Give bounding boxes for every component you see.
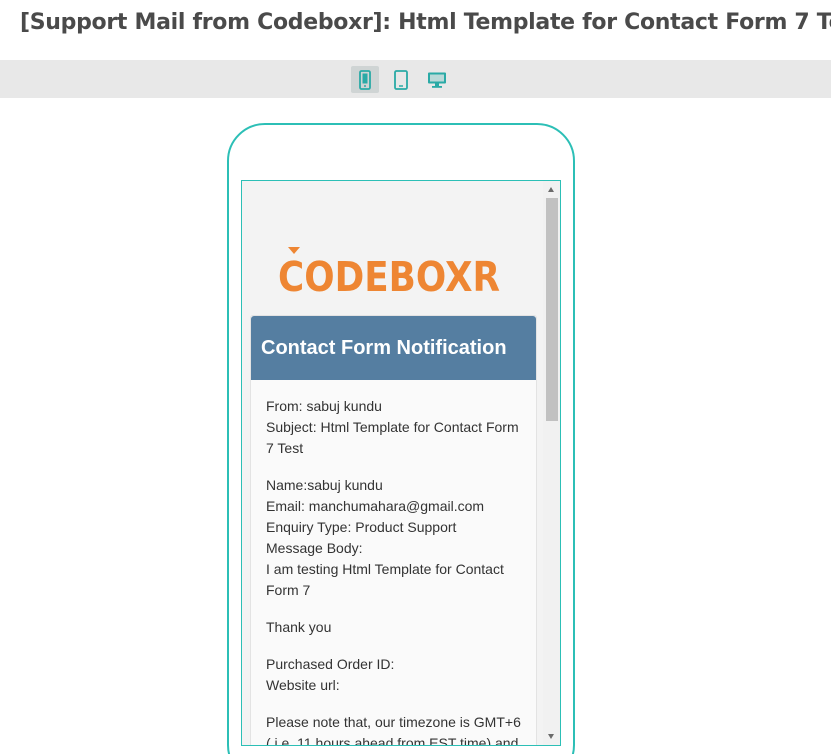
- card-header: Contact Form Notification: [251, 316, 536, 380]
- order-block: Purchased Order ID: Website url:: [266, 654, 528, 696]
- timezone-note: Please note that, our timezone is GMT+6 …: [266, 714, 521, 746]
- message-label: Message Body:: [266, 540, 363, 556]
- logo-text: CODEBOXR: [278, 253, 500, 297]
- subject-line: Subject: Html Template for Contact Form …: [266, 419, 519, 456]
- notification-card: Contact Form Notification From: sabuj ku…: [250, 315, 537, 746]
- email-preview[interactable]: CODEBOXR Contact Form Notification From:…: [241, 180, 561, 746]
- email-field: Email: manchumahara@gmail.com: [266, 498, 485, 514]
- scrollbar[interactable]: [543, 181, 560, 745]
- tablet-icon: [394, 69, 408, 90]
- tablet-view-button[interactable]: [387, 66, 415, 93]
- fields-block: Name:sabuj kundu Email: manchumahara@gma…: [266, 475, 528, 601]
- device-toolbar: [0, 60, 831, 98]
- card-title: Contact Form Notification: [261, 336, 507, 359]
- page-title: [Support Mail from Codeboxr]: Html Templ…: [20, 10, 831, 35]
- mobile-view-button[interactable]: [351, 66, 379, 93]
- scroll-thumb[interactable]: [546, 198, 558, 421]
- mobile-icon: [359, 69, 371, 90]
- name-field: Name:sabuj kundu: [266, 477, 383, 493]
- codeboxr-logo: CODEBOXR: [278, 247, 500, 297]
- meta-block: From: sabuj kundu Subject: Html Template…: [266, 396, 528, 459]
- card-body: From: sabuj kundu Subject: Html Template…: [266, 396, 528, 746]
- enquiry-type-field: Enquiry Type: Product Support: [266, 519, 457, 535]
- message-text: I am testing Html Template for Contact F…: [266, 561, 504, 598]
- thanks-text: Thank you: [266, 619, 332, 635]
- scroll-up-arrow-icon[interactable]: [548, 187, 554, 192]
- from-line: From: sabuj kundu: [266, 398, 382, 414]
- desktop-view-button[interactable]: [423, 66, 451, 93]
- order-id-field: Purchased Order ID:: [266, 656, 395, 672]
- scroll-down-arrow-icon[interactable]: [548, 734, 554, 739]
- desktop-icon: [428, 72, 446, 88]
- website-url-field: Website url:: [266, 677, 340, 693]
